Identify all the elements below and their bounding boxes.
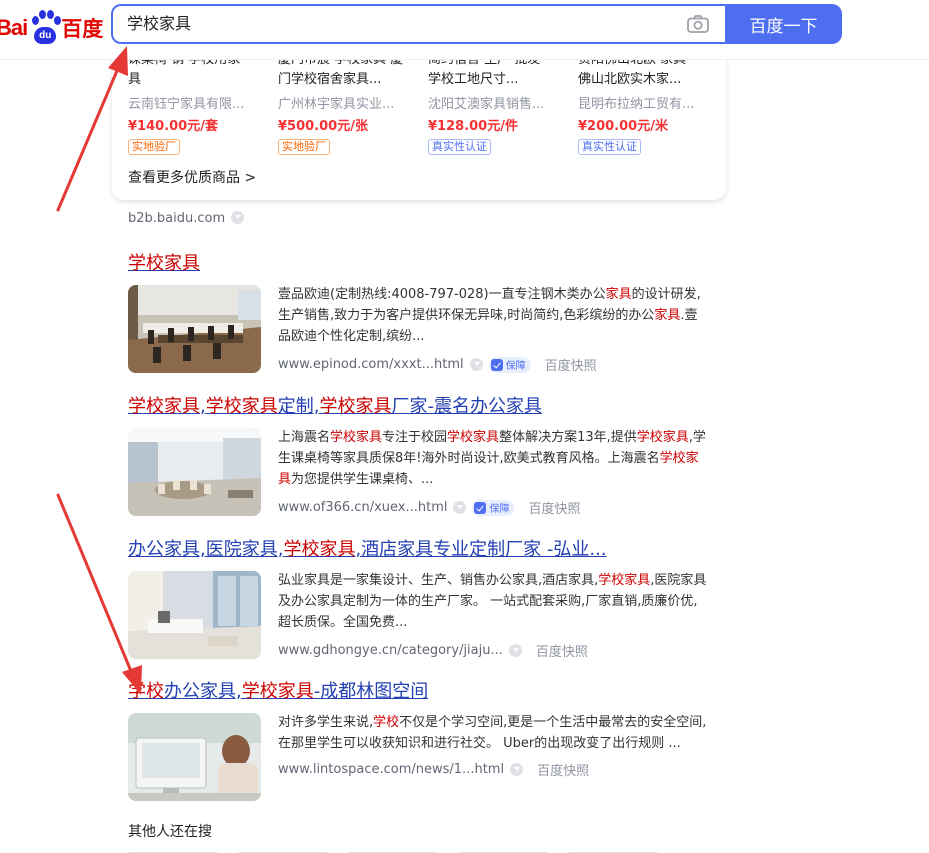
protect-badge[interactable]: 保障 bbox=[472, 499, 515, 516]
snapshot-link[interactable]: 百度快照 bbox=[528, 498, 580, 517]
info-icon[interactable] bbox=[453, 501, 467, 514]
result-thumbnail[interactable] bbox=[128, 713, 261, 801]
result-title-link[interactable]: 办公家具,医院家具,学校家具,酒店家具专业定制厂家 -弘业... bbox=[128, 538, 607, 562]
related-searches-list bbox=[128, 847, 678, 853]
shield-icon bbox=[474, 501, 487, 514]
product-badge: 实地验厂 bbox=[128, 139, 180, 155]
product-badge: 实地验厂 bbox=[278, 139, 330, 155]
logo-text-bai: Bai bbox=[0, 15, 28, 40]
search-button[interactable]: 百度一下 bbox=[725, 4, 842, 44]
source-url[interactable]: b2b.baidu.com bbox=[128, 211, 225, 226]
snapshot-link[interactable]: 百度快照 bbox=[537, 760, 589, 779]
snapshot-link[interactable]: 百度快照 bbox=[545, 355, 597, 374]
product-title-2[interactable]: 门学校宿舍家具... bbox=[278, 69, 418, 91]
result-url[interactable]: www.epinod.com/xxxt...html bbox=[278, 357, 464, 372]
related-searches-title: 其他人还在搜 bbox=[128, 824, 212, 840]
result-url[interactable]: www.lintospace.com/news/1...html bbox=[278, 762, 504, 777]
paw-text: du bbox=[34, 27, 57, 44]
arrow-down-to-result bbox=[56, 493, 135, 678]
product-seller: 昆明布拉纳工贸有... bbox=[578, 97, 695, 112]
product-seller: 云南钰宁家具有限... bbox=[128, 97, 245, 112]
info-icon[interactable] bbox=[469, 358, 483, 371]
paw-icon: du bbox=[28, 10, 62, 46]
result-title-link[interactable]: 学校家具,学校家具定制,学校家具厂家-震名办公家具 bbox=[128, 395, 542, 419]
product-title-2[interactable]: 学校工地尺寸... bbox=[428, 69, 568, 91]
result-snippet: 上海震名学校家具专注于校园学校家具整体解决方案13年,提供学校家具,学生课桌椅等… bbox=[278, 430, 706, 487]
product-title-2[interactable]: 佛山北欧实木家... bbox=[578, 69, 718, 91]
result-title-link[interactable]: 学校家具 bbox=[128, 252, 200, 276]
product-title-2[interactable]: 具 bbox=[128, 69, 268, 91]
source-domain: b2b.baidu.com bbox=[128, 211, 245, 226]
header-divider bbox=[0, 59, 929, 60]
see-more-products-link[interactable]: 查看更多优质商品 > bbox=[128, 167, 256, 187]
product-seller: 广州林宇家具实业... bbox=[278, 97, 395, 112]
arrow-up-to-search bbox=[56, 64, 121, 212]
result-title-link[interactable]: 学校办公家具,学校家具-成都林图空间 bbox=[128, 680, 428, 704]
shield-icon bbox=[490, 358, 503, 371]
info-icon[interactable] bbox=[508, 644, 522, 657]
product-price: ¥140.00元/套 bbox=[128, 119, 218, 134]
search-result: 办公家具,医院家具,学校家具,酒店家具专业定制厂家 -弘业... 弘业家具是一家… bbox=[128, 538, 728, 668]
info-icon[interactable] bbox=[510, 763, 524, 776]
search-header: Bai du 百度 百度一下 bbox=[0, 0, 929, 60]
result-url[interactable]: www.gdhongye.cn/category/jiaju... bbox=[278, 643, 503, 658]
search-input[interactable] bbox=[127, 6, 667, 42]
protect-badge[interactable]: 保障 bbox=[488, 356, 531, 373]
camera-icon[interactable] bbox=[687, 15, 709, 33]
result-meta: www.gdhongye.cn/category/jiaju... 百度快照 bbox=[278, 641, 588, 660]
search-result: 学校家具 壹品欧迪(定制热线:4008-797-028)一直专注钢木类办公家具的… bbox=[128, 252, 728, 382]
result-meta: www.epinod.com/xxxt...html 保障 百度快照 bbox=[278, 355, 597, 374]
product-price: ¥500.00元/张 bbox=[278, 119, 368, 134]
product-seller: 沈阳艾澳家具销售... bbox=[428, 97, 545, 112]
search-result: 学校办公家具,学校家具-成都林图空间 对许多学生来说,学校不仅是个学习空间,更是… bbox=[128, 680, 728, 810]
baidu-logo[interactable]: Bai du 百度 bbox=[0, 8, 103, 48]
result-thumbnail[interactable] bbox=[128, 285, 261, 373]
product-card: 课桌椅 钢 学校用家 具 云南钰宁家具有限... ¥140.00元/套 实地验厂… bbox=[112, 40, 726, 200]
result-meta: www.lintospace.com/news/1...html 百度快照 bbox=[278, 760, 589, 779]
product-price: ¥200.00元/米 bbox=[578, 119, 668, 134]
result-snippet: 壹品欧迪(定制热线:4008-797-028)一直专注钢木类办公家具的设计研发,… bbox=[278, 287, 701, 344]
result-thumbnail[interactable] bbox=[128, 428, 261, 516]
info-icon[interactable] bbox=[231, 211, 245, 224]
product-badge: 真实性认证 bbox=[428, 139, 491, 155]
search-box bbox=[111, 4, 725, 44]
search-result: 学校家具,学校家具定制,学校家具厂家-震名办公家具 上海震名学校家具专注于校园学… bbox=[128, 395, 728, 525]
result-snippet: 弘业家具是一家集设计、生产、销售办公家具,酒店家具,学校家具,医院家具及办公家具… bbox=[278, 573, 707, 630]
result-meta: www.of366.cn/xuex...html 保障 百度快照 bbox=[278, 498, 581, 517]
product-badge: 真实性认证 bbox=[578, 139, 641, 155]
result-snippet: 对许多学生来说,学校不仅是个学习空间,更是一个生活中最常去的安全空间,在那里学生… bbox=[278, 715, 707, 751]
result-url[interactable]: www.of366.cn/xuex...html bbox=[278, 500, 447, 515]
snapshot-link[interactable]: 百度快照 bbox=[536, 641, 588, 660]
result-thumbnail[interactable] bbox=[128, 571, 261, 659]
product-price: ¥128.00元/件 bbox=[428, 119, 518, 134]
logo-text-cn: 百度 bbox=[61, 17, 104, 41]
